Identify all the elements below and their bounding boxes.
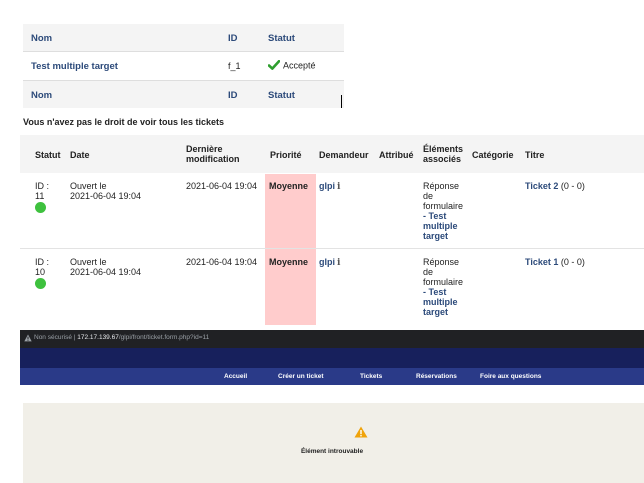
element-text: Réponse [423,181,460,191]
nav-item-home[interactable]: Accueil [224,373,247,380]
status-new-icon [35,202,46,213]
info-icon[interactable]: i [337,258,340,268]
column-header-last-modified[interactable]: Dernière modification [186,144,240,164]
spacer [20,385,644,403]
ticket-title: Ticket 2 (0 - 0) [525,181,585,191]
opened-date: Ouvert le 2021-06-04 19:04 [70,181,141,201]
requester-link[interactable]: glpi [319,257,335,267]
ticket-title: Ticket 1 (0 - 0) [525,257,585,267]
nav-item-faq[interactable]: Foire aux questions [480,373,541,380]
status-new-icon [35,278,46,289]
element-text: formulaire [423,277,464,287]
ticket-title-link[interactable]: Ticket 1 [525,257,558,267]
id-label: ID : [35,181,50,191]
priority-value: Moyenne [269,181,309,191]
id-value: 11 [35,191,45,201]
element-link[interactable]: target [423,231,463,241]
nav-item-tickets[interactable]: Tickets [360,373,382,380]
url-path: /glpi/front/ticket.form.php?id=11 [118,334,210,341]
last-modified: 2021-06-04 19:04 [186,257,258,267]
ticket-id: ID : 11 [35,181,49,201]
form-targets-table: Nom ID Statut Test multiple target f_1 A… [23,14,344,108]
column-header-title[interactable]: Titre [525,150,544,160]
ticket-id: ID : 10 [35,257,49,277]
column-footer-id[interactable]: ID [228,90,238,101]
element-link[interactable]: - Test [423,287,463,297]
text-cursor [341,95,342,108]
ticket-counts: (0 - 0) [560,181,585,191]
target-status: Accepté [268,60,316,71]
element-text: formulaire [423,201,464,211]
error-message-box [23,403,644,483]
last-modified: 2021-06-04 19:04 [186,181,258,191]
address-bar[interactable]: Non sécurisé | 172.17.139.67/glpi/front/… [20,330,644,348]
associated-elements: Réponse de formulaire - Test multiple ta… [423,257,463,317]
main-nav: Accueil Créer un ticket Tickets Réservat… [20,368,644,385]
element-text: de [423,191,434,201]
column-header-assigned[interactable]: Attribué [379,150,414,160]
url-text[interactable]: Non sécurisé | 172.17.139.67/glpi/front/… [34,334,209,341]
column-header-priority[interactable]: Priorité [270,150,302,160]
warning-icon [354,426,368,438]
table-footer-row: Nom ID Statut [23,81,344,108]
id-value: 10 [35,267,46,277]
header-line: Dernière [186,144,223,154]
element-link[interactable]: multiple [423,221,463,231]
header-line: Éléments [423,144,464,154]
nav-item-reservations[interactable]: Réservations [416,373,457,380]
column-header-requester[interactable]: Demandeur [319,150,369,160]
ticket-list: Vous n'avez pas le droit de voir tous le… [20,113,644,325]
warning-icon [24,334,32,342]
target-name-link[interactable]: Test multiple target [31,61,118,72]
column-footer-name[interactable]: Nom [31,90,52,101]
element-link[interactable]: multiple [423,297,463,307]
element-text: Réponse [423,257,460,267]
priority-value: Moyenne [269,257,309,267]
ticket-title-link[interactable]: Ticket 2 [525,181,558,191]
check-icon [268,60,280,71]
element-link[interactable]: - Test [423,211,463,221]
opened-label: Ouvert le [70,181,107,191]
security-label: Non sécurisé [34,334,72,341]
column-header-elements[interactable]: Éléments associés [423,144,463,164]
column-header-date[interactable]: Date [70,150,90,160]
url-separator: | [73,334,76,341]
header-line: modification [186,154,240,164]
url-host: 172.17.139.67 [77,334,119,341]
app-header [20,348,644,368]
element-link[interactable]: target [423,307,463,317]
status-label: Accepté [283,60,316,71]
table-header-row: Nom ID Statut [23,24,344,51]
error-message: Élément introuvable [300,448,364,455]
column-footer-status[interactable]: Statut [268,90,295,101]
requester: glpi i [319,257,340,268]
opened-value: 2021-06-04 19:04 [70,267,142,277]
element-text: de [423,267,434,277]
rights-notice: Vous n'avez pas le droit de voir tous le… [23,117,225,127]
nav-item-create-ticket[interactable]: Créer un ticket [278,373,324,380]
column-header-status[interactable]: Statut [268,33,295,44]
info-icon[interactable]: i [337,182,340,192]
header-line: associés [423,154,462,164]
associated-elements: Réponse de formulaire - Test multiple ta… [423,181,463,241]
opened-label: Ouvert le [70,257,107,267]
table-row: Test multiple target f_1 Accepté [23,52,344,79]
browser-screenshot: Non sécurisé | 172.17.139.67/glpi/front/… [20,330,644,483]
target-id: f_1 [228,61,241,71]
id-label: ID : [35,257,50,267]
requester: glpi i [319,181,340,192]
column-header-category[interactable]: Catégorie [472,150,514,160]
column-header-name[interactable]: Nom [31,33,52,44]
opened-date: Ouvert le 2021-06-04 19:04 [70,257,141,277]
column-header-id[interactable]: ID [228,33,238,44]
requester-link[interactable]: glpi [319,181,335,191]
opened-value: 2021-06-04 19:04 [70,191,142,201]
ticket-counts: (0 - 0) [560,257,585,267]
column-header-statut[interactable]: Statut [35,150,61,160]
